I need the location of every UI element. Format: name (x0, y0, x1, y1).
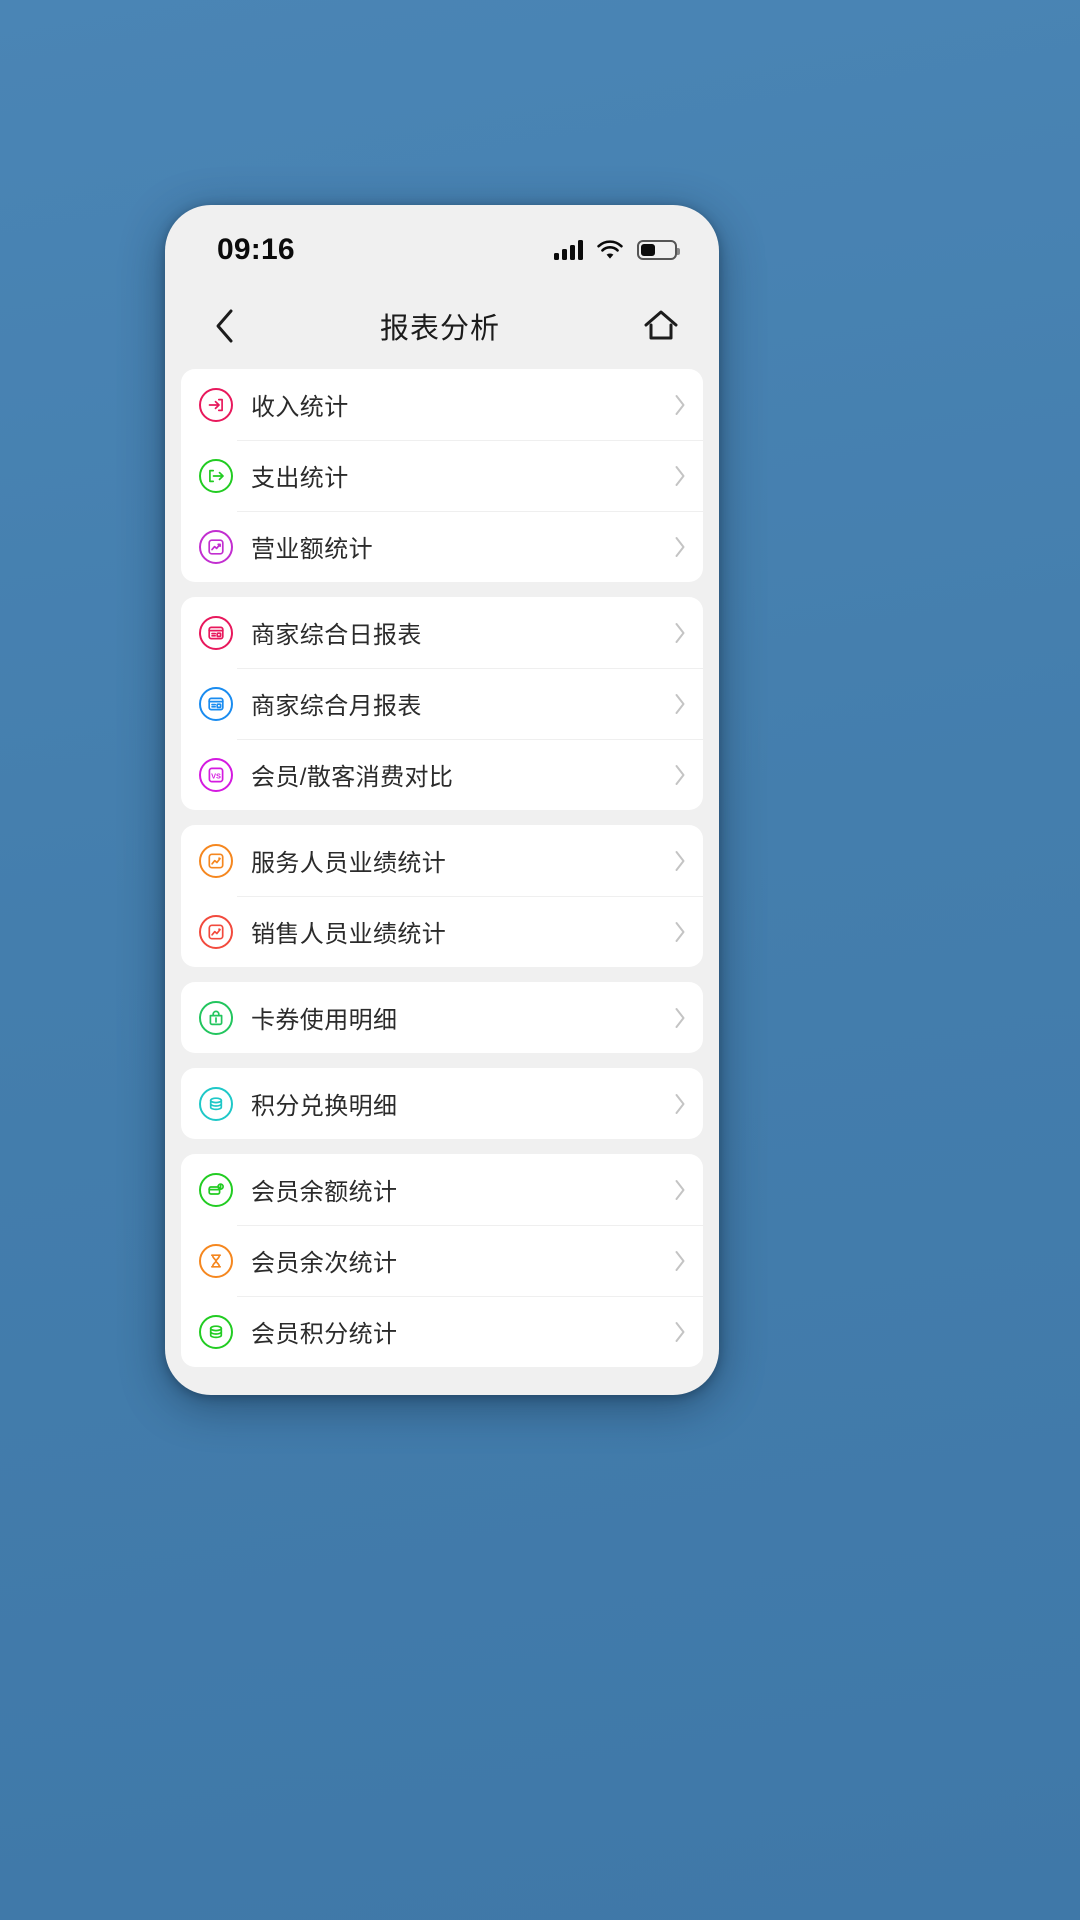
expense-arrow-out-icon (199, 458, 233, 493)
status-bar: 09:16 (165, 205, 719, 283)
report-list-item-label: 积分兑换明细 (251, 1093, 398, 1120)
disclosure-chevron (673, 1320, 687, 1344)
report-list-item-label: 销售人员业绩统计 (251, 921, 447, 948)
report-list-item[interactable]: 会员余额统计 (181, 1154, 703, 1225)
disclosure-chevron (673, 535, 687, 559)
report-group-card: 收入统计 支出统计 营业额统计 (181, 369, 703, 582)
chevron-left-icon (216, 309, 233, 343)
report-list-item-label: 营业额统计 (251, 536, 373, 563)
disclosure-chevron (673, 763, 687, 787)
chevron-right-icon (675, 465, 685, 486)
income-arrow-in-icon (199, 387, 233, 422)
points-stack-icon (199, 1314, 233, 1349)
chevron-right-icon (675, 693, 685, 714)
report-list-item[interactable]: 收入统计 (181, 369, 703, 440)
navigation-bar: 报表分析 (165, 283, 719, 369)
chevron-right-icon (675, 1093, 685, 1114)
monthly-report-icon (199, 686, 233, 721)
status-time: 09:16 (217, 233, 295, 266)
report-list-item-label: 商家综合月报表 (251, 693, 422, 720)
report-list-item-label: 会员余次统计 (251, 1250, 398, 1277)
performance-chart-icon (199, 843, 233, 878)
report-list-item[interactable]: 商家综合月报表 (181, 668, 703, 739)
report-group-card: 会员余额统计 会员余次统计 会员积分统计 (181, 1154, 703, 1367)
back-button[interactable] (201, 302, 249, 350)
disclosure-chevron (673, 1249, 687, 1273)
home-icon (644, 310, 678, 340)
battery-icon (637, 240, 680, 260)
disclosure-chevron (673, 849, 687, 873)
chevron-right-icon (675, 622, 685, 643)
report-list-item[interactable]: 积分兑换明细 (181, 1068, 703, 1139)
chevron-right-icon (675, 921, 685, 942)
chevron-right-icon (675, 1321, 685, 1342)
chevron-right-icon (675, 1179, 685, 1200)
disclosure-chevron (673, 621, 687, 645)
disclosure-chevron (673, 1178, 687, 1202)
coins-stack-icon (199, 1086, 233, 1121)
report-list-item-label: 会员/散客消费对比 (251, 764, 454, 791)
report-list-item-label: 服务人员业绩统计 (251, 850, 447, 877)
disclosure-chevron (673, 1006, 687, 1030)
performance-chart-icon (199, 914, 233, 949)
wifi-icon (597, 240, 623, 259)
phone-frame: 09:16 报表分析 收入统计 支出统计 营业额统计 商家综合日报表 商家综合月… (165, 205, 719, 1395)
report-list-item[interactable]: 商家综合日报表 (181, 597, 703, 668)
report-list[interactable]: 收入统计 支出统计 营业额统计 商家综合日报表 商家综合月报表 VS 会员/散客消… (165, 369, 719, 1395)
report-list-item[interactable]: 销售人员业绩统计 (181, 896, 703, 967)
svg-text:VS: VS (211, 771, 221, 780)
signal-bars-icon (554, 240, 583, 260)
report-list-item[interactable]: VS 会员/散客消费对比 (181, 739, 703, 810)
disclosure-chevron (673, 393, 687, 417)
chevron-right-icon (675, 764, 685, 785)
disclosure-chevron (673, 920, 687, 944)
report-list-item-label: 卡券使用明细 (251, 1007, 398, 1034)
disclosure-chevron (673, 464, 687, 488)
report-group-card: 卡券使用明细 (181, 982, 703, 1053)
chevron-right-icon (675, 1250, 685, 1271)
report-list-item-label: 商家综合日报表 (251, 622, 422, 649)
report-list-item[interactable]: 支出统计 (181, 440, 703, 511)
report-list-item-label: 收入统计 (251, 394, 349, 421)
hourglass-icon (199, 1243, 233, 1278)
report-list-item[interactable]: 会员余次统计 (181, 1225, 703, 1296)
disclosure-chevron (673, 692, 687, 716)
report-list-item-label: 会员余额统计 (251, 1179, 398, 1206)
report-list-item-label: 支出统计 (251, 465, 349, 492)
report-list-item[interactable]: 营业额统计 (181, 511, 703, 582)
status-icons (554, 240, 680, 260)
report-list-item-label: 会员积分统计 (251, 1321, 398, 1348)
balance-card-icon (199, 1172, 233, 1207)
trending-chart-icon (199, 529, 233, 564)
daily-report-icon (199, 615, 233, 650)
report-list-item[interactable]: 卡券使用明细 (181, 982, 703, 1053)
report-group-card: 商家综合日报表 商家综合月报表 VS 会员/散客消费对比 (181, 597, 703, 810)
disclosure-chevron (673, 1092, 687, 1116)
chevron-right-icon (675, 1007, 685, 1028)
gift-bag-icon (199, 1000, 233, 1035)
report-list-item[interactable]: 会员积分统计 (181, 1296, 703, 1367)
chevron-right-icon (675, 536, 685, 557)
report-list-item[interactable]: 服务人员业绩统计 (181, 825, 703, 896)
chevron-right-icon (675, 850, 685, 871)
home-button[interactable] (637, 302, 685, 350)
report-group-card: 积分兑换明细 (181, 1068, 703, 1139)
page-title: 报表分析 (379, 313, 500, 345)
chevron-right-icon (675, 394, 685, 415)
report-group-card: 服务人员业绩统计 销售人员业绩统计 (181, 825, 703, 967)
vs-compare-icon: VS (199, 757, 233, 792)
